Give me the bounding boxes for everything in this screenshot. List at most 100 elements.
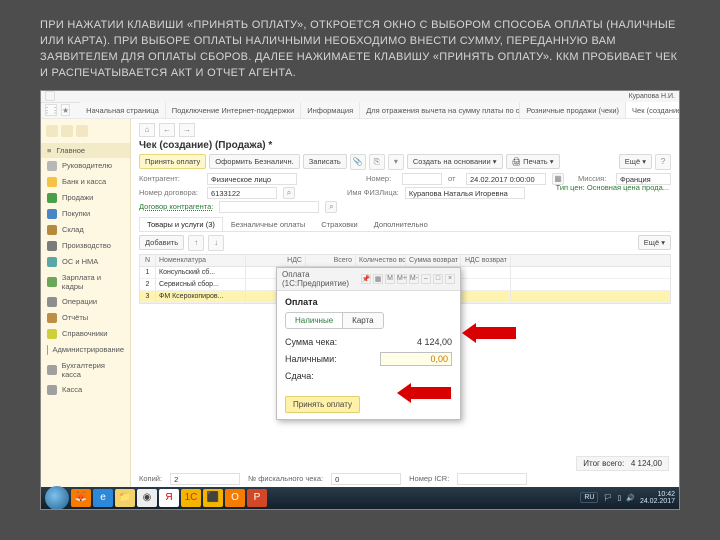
1c-icon[interactable]: 1C: [181, 489, 201, 507]
number-field[interactable]: [402, 173, 442, 185]
sidebar-item[interactable]: Операции: [41, 294, 130, 310]
star-icon[interactable]: ★: [61, 104, 70, 116]
tab-fns[interactable]: Для отражения вычета на сумму платы по с…: [360, 102, 520, 118]
sidebar-item-icon: [47, 365, 57, 375]
sum-value: 4 124,00: [417, 337, 452, 347]
fwd-icon[interactable]: →: [179, 123, 195, 137]
sidebar-item[interactable]: Касса: [41, 382, 130, 398]
sidebar-item[interactable]: Продажи: [41, 190, 130, 206]
modal-accept-button[interactable]: Принять оплату: [285, 396, 360, 413]
more-button[interactable]: Ещё ▾: [619, 154, 652, 169]
accept-payment-button[interactable]: Принять оплату: [139, 154, 206, 169]
create-based-button[interactable]: Создать на основании ▾: [407, 154, 503, 169]
explorer-icon[interactable]: 📁: [115, 489, 135, 507]
write-button[interactable]: Записать: [303, 154, 347, 169]
sidebar-item[interactable]: Покупки: [41, 206, 130, 222]
sidebar-item[interactable]: Бухгалтерия касса: [41, 358, 130, 382]
back-icon[interactable]: ←: [159, 123, 175, 137]
sub-tabs: Товары и услуги (3) Безналичные оплаты С…: [139, 217, 671, 232]
tab-support[interactable]: Подключение Интернет-поддержки: [166, 102, 302, 118]
sidebar-head-label[interactable]: ≡ Главное: [41, 143, 130, 158]
tray-net-icon[interactable]: ▯: [617, 494, 621, 502]
dogovor-label[interactable]: Договор контрагента:: [139, 202, 213, 211]
modal-close-icon[interactable]: ×: [445, 274, 455, 284]
sidebar-item-label: Производство: [62, 241, 111, 250]
start-button[interactable]: [45, 486, 69, 510]
add-row-button[interactable]: Добавить: [139, 235, 184, 250]
sidebar-item[interactable]: Отчёты: [41, 310, 130, 326]
attach-icon[interactable]: 📎: [350, 154, 366, 170]
print-button[interactable]: 🖨 Печать ▾: [506, 154, 560, 169]
fio-label: Имя ФИЗЛица:: [347, 188, 399, 197]
col-vat: НДС: [246, 255, 306, 266]
price-type-link[interactable]: Тип цен: Основная цена прода...: [556, 183, 669, 192]
modal-max-icon[interactable]: □: [433, 274, 443, 284]
subtab-goods[interactable]: Товары и услуги (3): [139, 217, 223, 231]
sidebar-item-icon: [47, 257, 57, 267]
contragent-field[interactable]: Физическое лицо: [207, 173, 297, 185]
dropdown-icon[interactable]: ▾: [388, 154, 404, 170]
tab-cash[interactable]: Наличные: [285, 312, 343, 329]
grid-more-button[interactable]: Ещё ▾: [638, 235, 671, 250]
copy-icon[interactable]: ⎘: [369, 154, 385, 170]
fisc-field[interactable]: 0: [331, 473, 401, 485]
copies-field[interactable]: 2: [170, 473, 240, 485]
fisc-label: № фискального чека:: [248, 474, 323, 483]
tab-info[interactable]: Информация: [301, 102, 360, 118]
tab-home[interactable]: Начальная страница: [80, 102, 166, 118]
outlook-icon[interactable]: O: [225, 489, 245, 507]
date-field[interactable]: 24.02.2017 0:00:00: [466, 173, 546, 185]
sidebar-item[interactable]: Банк и касса: [41, 174, 130, 190]
sidebar-item-label: Покупки: [62, 209, 90, 218]
sidebar-item[interactable]: Справочники: [41, 326, 130, 342]
dogovor-field[interactable]: [219, 201, 319, 213]
tab-chek[interactable]: Чек (создание) (Продажа) *: [626, 102, 680, 118]
cash-input[interactable]: [380, 352, 452, 366]
main-area: ≡ Главное РуководителюБанк и кассаПродаж…: [41, 119, 679, 487]
firefox-icon[interactable]: 🦊: [71, 489, 91, 507]
modal-mplus-icon[interactable]: M+: [397, 274, 407, 284]
chrome-icon[interactable]: ◉: [137, 489, 157, 507]
sidebar-item[interactable]: Администрирование: [41, 342, 130, 358]
sidebar-item[interactable]: Производство: [41, 238, 130, 254]
tray-sound-icon[interactable]: 🔊: [626, 494, 635, 502]
subtab-noncash[interactable]: Безналичные оплаты: [223, 217, 313, 231]
tab-card[interactable]: Карта: [343, 312, 383, 329]
noncash-button[interactable]: Оформить Безналичн.: [209, 154, 300, 169]
lang-indicator[interactable]: RU: [580, 492, 598, 503]
contract-search-icon[interactable]: ⌕: [283, 187, 295, 199]
apps-icon[interactable]: ⋮⋮: [45, 104, 57, 116]
sidebar-item[interactable]: Склад: [41, 222, 130, 238]
up-icon[interactable]: ↑: [188, 235, 204, 251]
sidebar-item-label: Зарплата и кадры: [62, 273, 124, 291]
app2-icon[interactable]: ⬛: [203, 489, 223, 507]
icr-field[interactable]: [457, 473, 527, 485]
modal-min-icon[interactable]: –: [421, 274, 431, 284]
tab-retail[interactable]: Розничные продажи (чеки): [520, 102, 626, 118]
powerpoint-icon[interactable]: P: [247, 489, 267, 507]
modal-m-icon[interactable]: M: [385, 274, 395, 284]
tray-flag-icon[interactable]: 🏳: [603, 494, 612, 502]
home-icon[interactable]: ⌂: [139, 123, 155, 137]
sidebar-item[interactable]: ОС и НМА: [41, 254, 130, 270]
modal-pin-icon[interactable]: 📌: [361, 274, 371, 284]
dogovor-search-icon[interactable]: ⌕: [325, 201, 337, 213]
ie-icon[interactable]: e: [93, 489, 113, 507]
sidebar-item[interactable]: Зарплата и кадры: [41, 270, 130, 294]
sidebar-item-icon: [47, 225, 57, 235]
sidebar-item-label: Отчёты: [62, 313, 88, 322]
yandex-icon[interactable]: Я: [159, 489, 179, 507]
clock[interactable]: 10:42 24.02.2017: [640, 491, 675, 505]
contragent-label: Контрагент:: [139, 174, 201, 183]
modal-titlebar: Оплата (1С:Предприятие) 📌 ▦ M M+ M- – □ …: [277, 268, 460, 291]
down-icon[interactable]: ↓: [208, 235, 224, 251]
sidebar-item[interactable]: Руководителю: [41, 158, 130, 174]
fio-field[interactable]: Курапова Наталья Игоревна: [405, 187, 525, 199]
contract-field[interactable]: 6133122: [207, 187, 277, 199]
help-icon[interactable]: ?: [655, 154, 671, 170]
sidebar-item-label: ОС и НМА: [62, 257, 98, 266]
subtab-extra[interactable]: Дополнительно: [366, 217, 436, 231]
subtab-insurance[interactable]: Страховки: [313, 217, 366, 231]
modal-mminus-icon[interactable]: M-: [409, 274, 419, 284]
modal-tools-icon[interactable]: ▦: [373, 274, 383, 284]
